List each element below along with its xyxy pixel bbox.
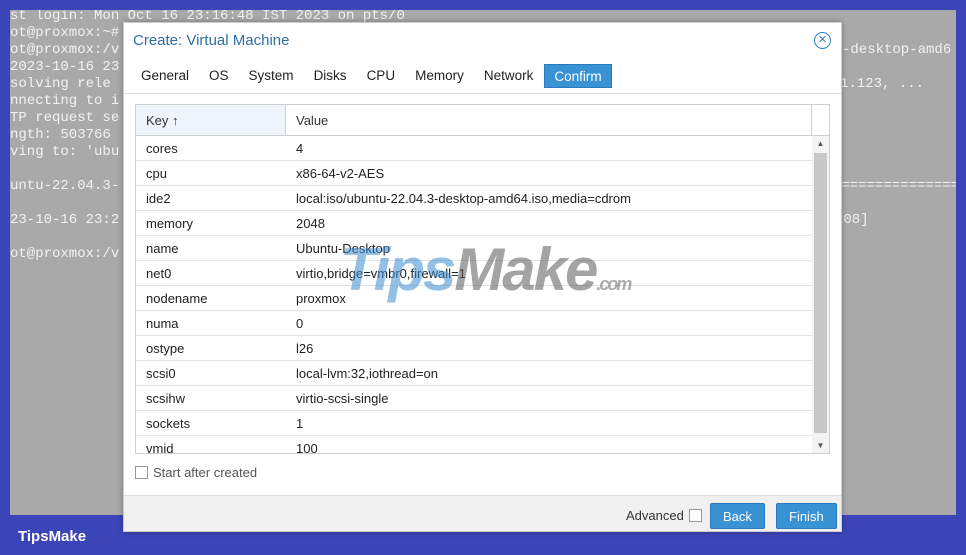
start-after-created-label: Start after created bbox=[153, 465, 258, 480]
row-value: 100 bbox=[296, 441, 318, 454]
terminal-line: nnecting to i bbox=[10, 93, 120, 109]
table-row[interactable]: scsi0 local-lvm:32,iothread=on bbox=[136, 361, 812, 386]
terminal-line: TP request se bbox=[10, 110, 120, 126]
checkbox-icon[interactable] bbox=[688, 509, 702, 522]
terminal-line: 23-10-16 23:2 bbox=[10, 212, 120, 228]
scrollbar-thumb[interactable] bbox=[814, 153, 827, 433]
scroll-up-icon[interactable]: ▲ bbox=[812, 139, 829, 148]
start-after-created-checkbox[interactable]: Start after created bbox=[135, 465, 257, 480]
terminal-line: ot@proxmox:~# bbox=[10, 25, 120, 41]
row-key: scsihw bbox=[146, 391, 186, 406]
table-row[interactable]: sockets 1 bbox=[136, 411, 812, 436]
table-row[interactable]: cpu x86-64-v2-AES bbox=[136, 161, 812, 186]
brand-label: TipsMake bbox=[18, 528, 87, 545]
terminal-line-fragment: ================ bbox=[833, 178, 956, 194]
row-key: net0 bbox=[146, 266, 172, 281]
dialog-title: Create: Virtual Machine bbox=[133, 32, 290, 49]
terminal-line: ngth: 503766 bbox=[10, 127, 111, 143]
row-key: vmid bbox=[146, 441, 174, 454]
row-value: 1 bbox=[296, 416, 304, 431]
dialog-footer: Advanced Back Finish bbox=[124, 495, 841, 531]
row-value: 2048 bbox=[296, 216, 325, 231]
tab-system[interactable]: System bbox=[240, 64, 303, 88]
scroll-down-icon[interactable]: ▼ bbox=[812, 441, 829, 450]
table-row[interactable]: vmid 100 bbox=[136, 436, 812, 454]
row-key: sockets bbox=[146, 416, 191, 431]
row-key: nodename bbox=[146, 291, 208, 306]
row-key: scsi0 bbox=[146, 366, 176, 381]
row-key: ostype bbox=[146, 341, 185, 356]
terminal-line: ving to: 'ubu bbox=[10, 144, 120, 160]
wizard-tabs: General OS System Disks CPU Memory Network Conf… bbox=[132, 64, 614, 88]
row-value: 4 bbox=[296, 141, 304, 156]
row-key: memory bbox=[146, 216, 193, 231]
row-value: l26 bbox=[296, 341, 314, 356]
row-key: numa bbox=[146, 316, 179, 331]
row-value: local:iso/ubuntu-22.04.3-desktop-amd64.i… bbox=[296, 191, 631, 206]
finish-button[interactable]: Finish bbox=[776, 503, 837, 529]
table-row[interactable]: ostype l26 bbox=[136, 336, 812, 361]
watermark: TipsMake.com bbox=[340, 236, 632, 303]
grid-header: Key ↑ Value bbox=[136, 105, 829, 136]
tab-os[interactable]: OS bbox=[200, 64, 238, 88]
row-key: cpu bbox=[146, 166, 167, 181]
tab-confirm[interactable]: Confirm bbox=[544, 64, 612, 88]
tab-disks[interactable]: Disks bbox=[305, 64, 356, 88]
row-value: x86-64-v2-AES bbox=[296, 166, 385, 181]
back-button[interactable]: Back bbox=[710, 503, 765, 529]
row-value: virtio-scsi-single bbox=[296, 391, 389, 406]
terminal-line: solving rele bbox=[10, 76, 111, 92]
advanced-label: Advanced bbox=[626, 508, 684, 523]
terminal-line: 2023-10-16 23 bbox=[10, 59, 120, 75]
table-row[interactable]: cores 4 bbox=[136, 136, 812, 161]
close-icon[interactable]: ✕ bbox=[814, 32, 831, 49]
terminal-line: ot@proxmox:/v bbox=[10, 246, 120, 262]
tab-memory[interactable]: Memory bbox=[406, 64, 473, 88]
terminal-line: ot@proxmox:/v bbox=[10, 42, 120, 58]
terminal-line: untu-22.04.3- bbox=[10, 178, 120, 194]
table-row[interactable]: ide2 local:iso/ubuntu-22.04.3-desktop-amd… bbox=[136, 186, 812, 211]
row-key: cores bbox=[146, 141, 178, 156]
checkbox-icon[interactable] bbox=[135, 466, 148, 479]
advanced-checkbox[interactable]: Advanced bbox=[626, 508, 702, 523]
divider bbox=[124, 93, 841, 94]
scrollbar[interactable]: ▲ ▼ bbox=[812, 136, 829, 453]
table-row[interactable]: memory 2048 bbox=[136, 211, 812, 236]
tab-network[interactable]: Network bbox=[475, 64, 543, 88]
terminal-line-fragment: 1.123, ... bbox=[840, 76, 925, 92]
tab-cpu[interactable]: CPU bbox=[358, 64, 405, 88]
terminal-line-fragment: -desktop-amd6 bbox=[842, 42, 952, 58]
tab-general[interactable]: General bbox=[132, 64, 198, 88]
table-row[interactable]: numa 0 bbox=[136, 311, 812, 336]
row-value: 0 bbox=[296, 316, 304, 331]
row-key: name bbox=[146, 241, 179, 256]
row-key: ide2 bbox=[146, 191, 171, 206]
column-key-header[interactable]: Key ↑ bbox=[136, 105, 286, 135]
table-row[interactable]: scsihw virtio-scsi-single bbox=[136, 386, 812, 411]
row-value: local-lvm:32,iothread=on bbox=[296, 366, 438, 381]
column-value-header[interactable]: Value bbox=[286, 105, 812, 135]
